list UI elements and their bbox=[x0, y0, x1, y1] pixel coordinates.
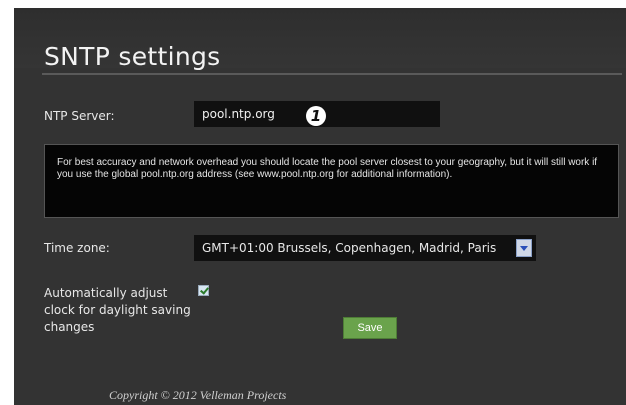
title-divider bbox=[42, 73, 622, 75]
settings-panel: SNTP settings NTP Server: 1 For best acc… bbox=[14, 8, 626, 405]
time-zone-select[interactable]: GMT+01:00 Brussels, Copenhagen, Madrid, … bbox=[194, 235, 536, 261]
dst-label: Automatically adjust clock for daylight … bbox=[44, 286, 191, 334]
info-box: For best accuracy and network overhead y… bbox=[44, 144, 619, 218]
copyright-text: Copyright © 2012 Velleman Projects bbox=[109, 388, 287, 402]
chevron-down-icon[interactable] bbox=[516, 239, 532, 257]
page-title: SNTP settings bbox=[44, 42, 221, 71]
dst-checkbox[interactable] bbox=[198, 285, 209, 296]
ntp-server-label: NTP Server: bbox=[44, 109, 115, 123]
save-button[interactable]: Save bbox=[343, 317, 397, 339]
time-zone-label: Time zone: bbox=[44, 241, 110, 255]
annotation-badge: 1 bbox=[306, 106, 326, 126]
time-zone-selected-value: GMT+01:00 Brussels, Copenhagen, Madrid, … bbox=[202, 241, 497, 255]
